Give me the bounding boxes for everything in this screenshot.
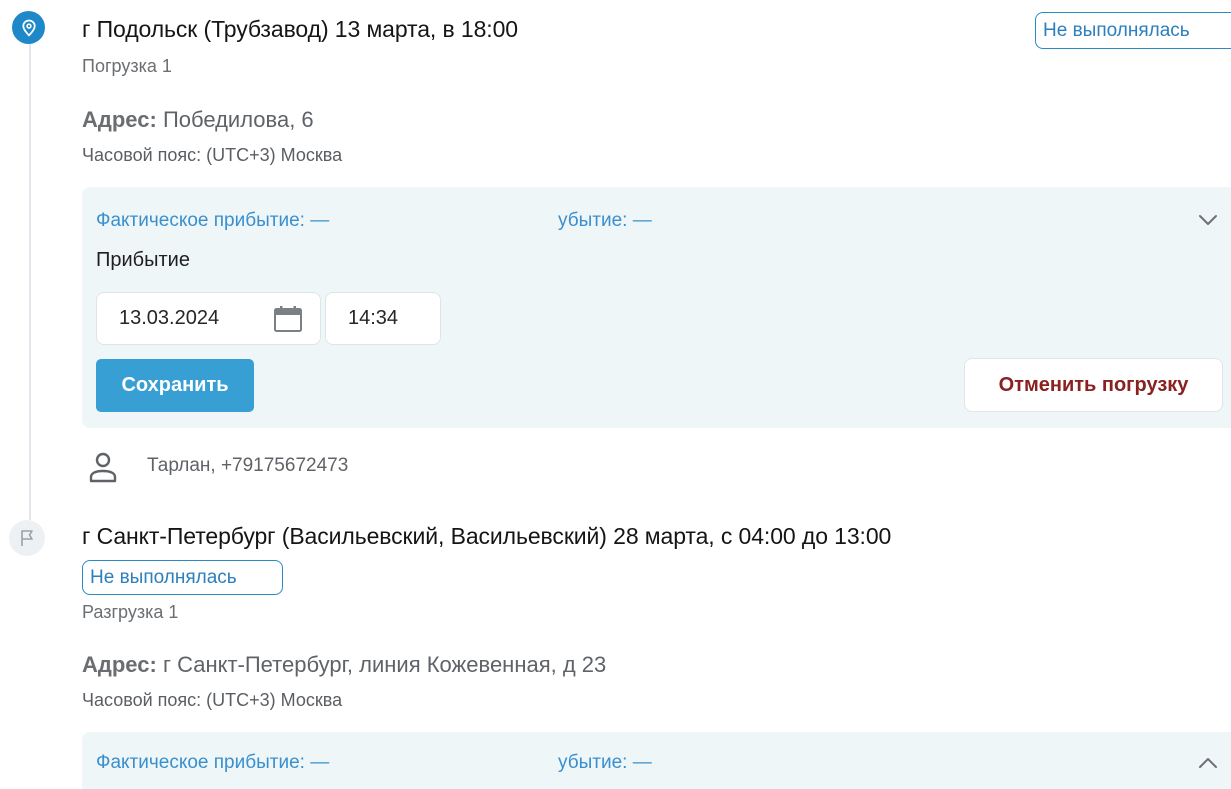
stop-type: Погрузка 1: [82, 56, 172, 76]
actual-times-panel: Фактическое прибытие: — убытие: — Прибыт…: [82, 187, 1231, 428]
chevron-up-icon[interactable]: [1198, 756, 1218, 774]
actual-departure: убытие: —: [558, 210, 652, 231]
stop-type: Разгрузка 1: [82, 602, 179, 622]
user-icon: [88, 451, 118, 488]
arrival-date-value: 13.03.2024: [119, 307, 220, 329]
stop-timezone: Часовой пояс: (UTC+3) Москва: [82, 145, 343, 165]
stop-address: Адрес: Победилова, 6: [82, 107, 314, 133]
stop-timezone: Часовой пояс: (UTC+3) Москва: [82, 690, 343, 710]
status-badge: Не выполнялась: [1035, 12, 1231, 49]
cancel-loading-button[interactable]: Отменить погрузку: [964, 358, 1223, 412]
arrival-label: Прибытие: [96, 249, 190, 271]
arrival-time-value: 14:34: [348, 307, 399, 329]
actual-arrival: Фактическое прибытие: —: [96, 752, 330, 773]
stop-title: г Санкт-Петербург (Васильевский, Василье…: [82, 523, 892, 549]
address-value: г Санкт-Петербург, линия Кожевенная, д 2…: [162, 652, 607, 677]
address-value: Победилова, 6: [162, 107, 314, 132]
arrival-date-input[interactable]: 13.03.2024: [96, 292, 321, 345]
calendar-icon[interactable]: [273, 305, 303, 339]
stop-address: Адрес: г Санкт-Петербург, линия Кожевенн…: [82, 652, 606, 678]
save-button[interactable]: Сохранить: [96, 359, 254, 412]
address-label: Адрес:: [82, 107, 157, 132]
actual-arrival: Фактическое прибытие: —: [96, 210, 330, 231]
address-label: Адрес:: [82, 652, 157, 677]
flag-icon: [9, 520, 45, 556]
status-badge: Не выполнялась: [82, 560, 283, 595]
actual-departure: убытие: —: [558, 752, 652, 773]
chevron-down-icon[interactable]: [1198, 213, 1218, 231]
timeline-line: [29, 44, 31, 520]
arrival-time-input[interactable]: 14:34: [325, 292, 441, 345]
map-pin-icon: [12, 11, 45, 44]
stop-title: г Подольск (Трубзавод) 13 марта, в 18:00: [82, 16, 518, 42]
driver-contact: Тарлан, +79175672473: [147, 455, 349, 476]
actual-times-panel: Фактическое прибытие: — убытие: —: [82, 732, 1231, 789]
